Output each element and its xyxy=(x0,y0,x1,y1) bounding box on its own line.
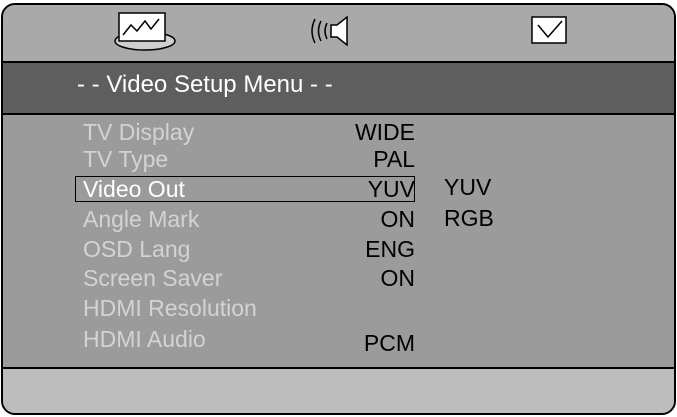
setup-menu-frame: - - Video Setup Menu - - TV Display WIDE… xyxy=(1,3,676,415)
menu-item-label: OSD Lang xyxy=(83,236,191,262)
menu-item-label: Screen Saver xyxy=(83,265,223,291)
menu-item-label: TV Display xyxy=(83,119,195,145)
menu-item-value: ON xyxy=(380,265,416,291)
menu-item-hdmi-resolution[interactable]: HDMI Resolution xyxy=(3,295,674,322)
audio-setup-icon[interactable] xyxy=(303,11,363,56)
menu-item-screen-saver[interactable]: Screen Saver ON xyxy=(3,265,674,292)
menu-item-hdmi-audio[interactable]: HDMI Audio PCM xyxy=(3,326,674,356)
menu-footer xyxy=(3,369,674,413)
menu-item-value: WIDE xyxy=(354,119,415,145)
menu-item-value: ON xyxy=(380,206,416,232)
preference-checkbox-icon[interactable] xyxy=(528,13,572,54)
menu-item-angle-mark[interactable]: Angle Mark ON xyxy=(3,206,674,233)
menu-header: - - Video Setup Menu - - xyxy=(3,63,674,115)
menu-content: TV Display WIDE TV Type PAL Video Out YU… xyxy=(3,115,674,369)
menu-item-tv-type[interactable]: TV Type PAL xyxy=(3,146,674,173)
menu-item-osd-lang[interactable]: OSD Lang ENG xyxy=(3,236,674,263)
menu-title: - - Video Setup Menu - - xyxy=(77,71,333,98)
menu-item-tv-display[interactable]: TV Display WIDE xyxy=(3,119,674,146)
menu-item-label: TV Type xyxy=(83,146,169,172)
menu-item-label: HDMI Resolution xyxy=(83,295,257,321)
menu-item-label: Video Out xyxy=(83,176,185,202)
menu-item-value: ENG xyxy=(365,236,415,262)
menu-item-label: Angle Mark xyxy=(83,206,200,232)
menu-item-value: PCM xyxy=(363,330,415,356)
menu-item-video-out[interactable]: Video Out YUV YUV xyxy=(3,174,674,203)
menu-item-label: HDMI Audio xyxy=(83,326,206,352)
menu-item-value: PAL xyxy=(373,146,415,172)
option-yuv[interactable]: YUV xyxy=(444,174,491,201)
video-setup-icon[interactable] xyxy=(109,9,179,60)
setup-tab-bar xyxy=(3,5,674,63)
menu-item-value: YUV xyxy=(367,176,415,202)
